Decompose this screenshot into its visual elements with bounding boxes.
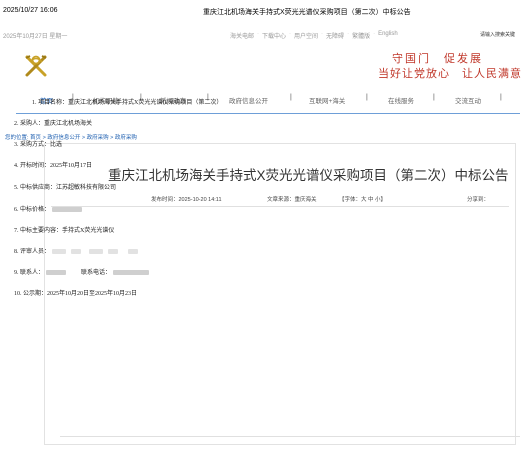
utility-links: 海关电邮 · 下载中心 · 用户空间 · 无障碍 · 繁體版 · English — [230, 31, 398, 40]
price-label: 6. 中标价格： — [14, 207, 51, 213]
separator: · — [373, 31, 376, 37]
content-line-purchaser: 2. 采购人：重庆江北机场海关 — [14, 121, 93, 127]
nav-separator: | — [290, 94, 292, 101]
content-line-contact: 9. 联系人： 联系电话： — [14, 267, 149, 276]
site-header: 守国门 促发展 当好让党放心 让人民满意 — [0, 46, 528, 86]
meta-divider — [51, 206, 509, 207]
redacted-price — [51, 207, 82, 213]
contact-label: 9. 联系人： — [14, 270, 45, 276]
publish-time: 发布时间：2025-10-20 14:11 — [151, 197, 222, 203]
content-line-supplier: 5. 中标供应商：江苏超敏科技有限公司 — [14, 185, 117, 191]
slogan-line-1: 守国门 促发展 — [392, 53, 483, 65]
link-traditional-chinese[interactable]: 繁體版 — [352, 31, 370, 40]
search-input[interactable]: 请输入搜索关键 — [480, 31, 515, 38]
slogan-line-2: 当好让党放心 让人民满意 — [378, 68, 522, 80]
separator: · — [347, 31, 350, 37]
font-size-control[interactable]: 【字体：大 中 小】 — [339, 195, 386, 203]
separator: · — [321, 31, 324, 37]
link-user-space[interactable]: 用户空间 — [294, 31, 318, 40]
link-download-center[interactable]: 下载中心 — [262, 31, 286, 40]
share-label[interactable]: 分享到： — [467, 195, 489, 203]
phone-label: 联系电话： — [81, 270, 112, 276]
redacted-contact-name — [45, 270, 66, 276]
separator: · — [289, 31, 292, 37]
separator: · — [257, 31, 260, 37]
customs-emblem-icon[interactable] — [23, 52, 49, 78]
nav-separator: | — [366, 94, 368, 101]
content-line-project-name: 1. 项目名称：重庆江北机场海关手持式X荧光光谱仪采购项目（第二次） — [32, 100, 223, 106]
content-line-price: 6. 中标价格： — [14, 204, 82, 213]
redacted-phone — [112, 270, 149, 276]
content-line-main-content: 7. 中标主要内容：手持式X荧光光谱仪 — [14, 228, 115, 234]
top-utility-bar: 2025年10月27日 星期一 海关电邮 · 下载中心 · 用户空间 · 无障碍… — [0, 28, 528, 42]
nav-item-interaction[interactable]: 交流互动 — [455, 95, 481, 105]
nav-item-online-service[interactable]: 在线服务 — [388, 95, 414, 105]
link-accessibility[interactable]: 无障碍 — [326, 31, 344, 40]
nav-separator: | — [500, 94, 502, 101]
redacted-reviewer — [127, 249, 138, 255]
print-page-title: 重庆江北机场海关手持式X荧光光谱仪采购项目（第二次）中标公告 — [203, 9, 411, 16]
link-customs-email[interactable]: 海关电邮 — [230, 31, 254, 40]
article-source: 文章来源：重庆海关 — [267, 197, 317, 203]
redacted-reviewer — [88, 249, 103, 255]
print-timestamp: 2025/10/27 16:06 — [3, 7, 58, 14]
redacted-reviewer — [71, 249, 82, 255]
nav-separator: | — [433, 94, 435, 101]
nav-item-internet-customs[interactable]: 互联网+海关 — [309, 95, 345, 105]
content-line-method: 3. 采购方式：比选 — [14, 142, 63, 148]
bottom-divider — [60, 436, 520, 437]
current-date: 2025年10月27日 星期一 — [3, 34, 68, 40]
nav-item-gov-info[interactable]: 政府信息公开 — [229, 95, 268, 105]
redacted-reviewer — [108, 249, 119, 255]
content-line-bid-time: 4. 开标时间：2025年10月17日 — [14, 163, 93, 169]
redacted-reviewer — [51, 249, 66, 255]
content-line-reviewers: 8. 评审人员： — [14, 246, 138, 255]
print-header: 2025/10/27 16:06 重庆江北机场海关手持式X荧光光谱仪采购项目（第… — [0, 0, 528, 20]
reviewers-label: 8. 评审人员： — [14, 249, 51, 255]
content-line-publicity-period: 10. 公示期：2025年10月20日至2025年10月23日 — [14, 291, 138, 297]
article-title: 重庆江北机场海关手持式X荧光光谱仪采购项目（第二次）中标公告 — [108, 168, 509, 183]
link-english[interactable]: English — [378, 31, 398, 40]
nav-underline — [16, 113, 520, 114]
